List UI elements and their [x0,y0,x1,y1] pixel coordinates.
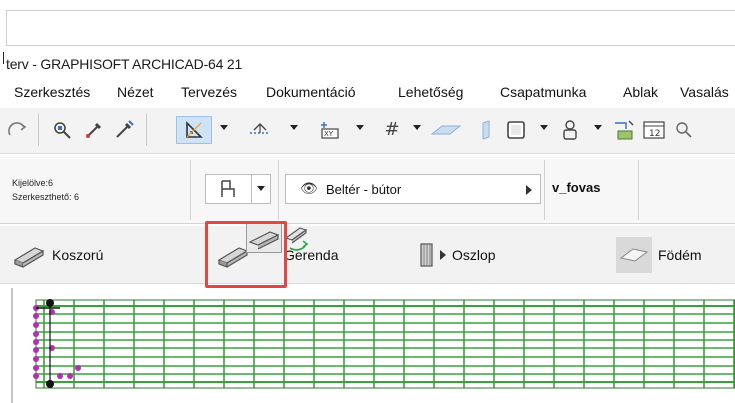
selection-node [33,365,39,371]
hotspot-node [46,299,54,307]
selection-node [33,331,39,337]
chevron-down-icon[interactable] [594,125,602,130]
top-bar [0,0,735,50]
text-caret [3,52,4,64]
tool-koszoru[interactable]: Koszorú [12,226,103,284]
selection-node [33,322,39,328]
dimension-tool-icon[interactable] [610,116,638,144]
guide-lines-icon[interactable] [176,116,212,144]
title-bar: terv - GRAPHISOFT ARCHICAD-64 21 [0,52,735,76]
selection-node [33,356,39,362]
selection-node [33,313,39,319]
inject-parameters-icon[interactable] [110,116,138,144]
chevron-down-icon[interactable] [220,125,228,130]
element-id[interactable]: v_fovas [552,180,600,195]
infobox-separator [544,160,545,220]
layer-name: Beltér - bútor [326,182,402,197]
menu-tervezes[interactable]: Tervezés [181,84,237,100]
tool-fodem[interactable]: Födém [616,226,702,284]
favorites-picker[interactable] [205,174,271,204]
tool-oszlop[interactable]: Oszlop [416,226,496,284]
snap-guides-icon[interactable] [246,116,274,144]
picker-divider [251,175,252,203]
slab-icon-bg [616,237,652,273]
address-field[interactable] [6,10,735,46]
slab-icon [619,248,649,262]
editable-count: Szerkeszthető: 6 [12,192,80,202]
floor-plan-canvas[interactable] [0,288,735,403]
selection-node [67,373,73,379]
coordinates-icon[interactable]: XY [316,116,344,144]
eyedropper-icon[interactable] [80,116,108,144]
structure-tools: Koszorú Gerenda Oszlop Födém [0,226,735,284]
grid-snap-icon[interactable]: # [378,116,406,144]
column-icon [420,243,433,267]
selection-node [57,373,63,379]
selection-node [33,339,39,345]
chair-icon [221,180,235,197]
xy-label: XY [324,130,334,138]
menu-nezet[interactable]: Nézet [117,84,154,100]
menu-lehetoseg[interactable]: Lehetőség [398,84,463,100]
chevron-right-icon [440,250,446,260]
menu-csapatmunka[interactable]: Csapatmunka [500,84,586,100]
tool-label-koszoru: Koszorú [52,247,104,263]
menu-dokumentacio[interactable]: Dokumentáció [266,84,356,100]
redo-icon[interactable] [4,116,32,144]
toolbar-separator [38,114,39,146]
plan-background [18,292,735,396]
tool-label-fodem: Födém [658,247,702,263]
chevron-down-icon[interactable] [413,125,421,130]
chevron-down-icon[interactable] [540,125,548,130]
highlight-box [205,221,287,288]
standard-toolbar: XY # 12 [0,108,735,154]
infobox-separator [278,160,279,220]
hotspot-node [46,380,54,388]
pick-up-parameters-icon[interactable] [48,116,76,144]
menu-vasalas[interactable]: Vasalás [680,84,729,100]
measure-12-icon[interactable]: 12 [640,116,668,144]
chevron-down-icon[interactable] [290,125,298,130]
selection-node [33,373,39,379]
layout-frame-icon[interactable] [502,116,530,144]
magnifier-icon[interactable] [670,116,698,144]
plan-drawing [11,288,735,403]
layer-selector[interactable]: 👁 Beltér - bútor [285,174,541,204]
ring-beam-icon [13,247,45,268]
selection-node [75,365,81,371]
menu-ablak[interactable]: Ablak [623,84,658,100]
window-title: terv - GRAPHISOFT ARCHICAD-64 21 [6,56,243,72]
info-box: Kijelölve:6 Szerkeszthető: 6 👁 Beltér - … [0,156,735,224]
infobox-separator [638,160,639,220]
menu-bar: Szerkesztés Nézet Tervezés Dokumentáció … [0,80,735,106]
vertical-plane-icon[interactable] [472,116,500,144]
chevron-down-icon[interactable] [356,125,364,130]
selection-node [33,347,39,353]
user-origin-icon[interactable] [556,116,584,144]
chevron-down-icon[interactable] [257,186,265,191]
slab-plane-icon[interactable] [428,116,464,144]
tool-label-oszlop: Oszlop [452,247,496,263]
menu-szerkesztes[interactable]: Szerkesztés [14,84,90,100]
chevron-right-icon [526,185,532,195]
toolbar-separator [146,114,147,146]
label-12: 12 [649,129,660,139]
eye-icon: 👁 [300,181,318,197]
infobox-separator [190,160,191,220]
selected-count: Kijelölve:6 [12,178,54,188]
